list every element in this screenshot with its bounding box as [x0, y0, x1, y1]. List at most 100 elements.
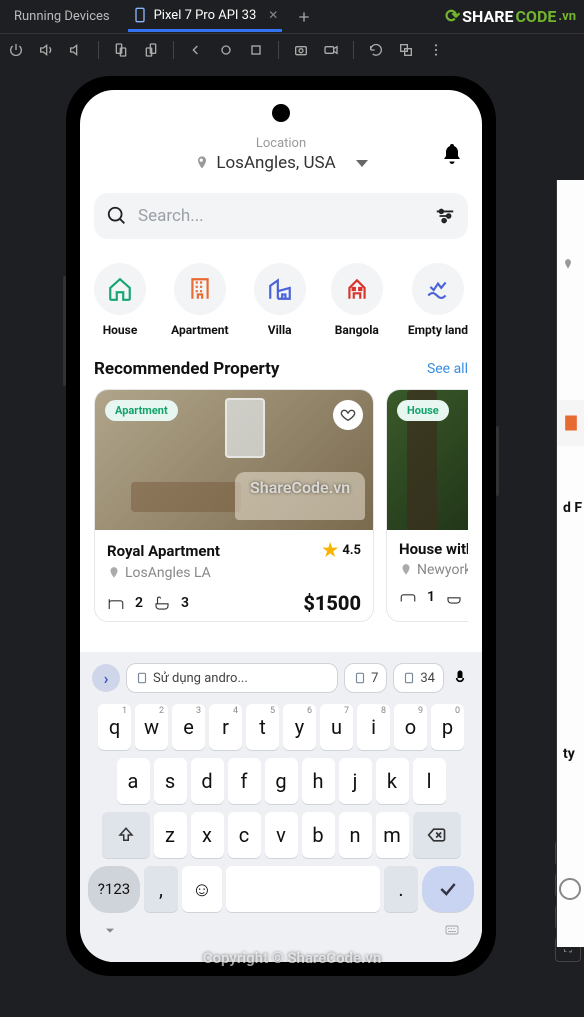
close-tab[interactable]: ✕	[268, 8, 278, 22]
key-q[interactable]: q1	[98, 704, 131, 750]
suggestion-chip[interactable]: 34	[393, 663, 444, 693]
land-icon	[425, 276, 451, 302]
pin-icon	[107, 566, 121, 580]
search-placeholder: Search...	[138, 206, 424, 226]
category-villa[interactable]: Villa	[254, 263, 306, 337]
card-location: Newyork	[399, 562, 468, 578]
soft-keyboard: › Sử dụng andro... 7 34 q1w2e3r4t5y6u7i8…	[80, 652, 482, 962]
volume-down-icon[interactable]	[68, 42, 84, 58]
pin-icon	[194, 155, 210, 171]
key-e[interactable]: e3	[172, 704, 205, 750]
key-k[interactable]: k	[376, 758, 409, 804]
filter-icon[interactable]	[434, 205, 456, 227]
clipboard-icon	[135, 671, 149, 685]
device-icon	[132, 7, 148, 23]
paste-icon	[353, 671, 367, 685]
period-key[interactable]: .	[384, 866, 418, 912]
category-apartment[interactable]: Apartment	[171, 263, 228, 337]
tab-pixel7[interactable]: Pixel 7 Pro API 33 ✕	[128, 1, 283, 32]
key-m[interactable]: m	[376, 812, 409, 858]
category-label: Apartment	[171, 323, 228, 337]
price: $1500	[303, 591, 361, 615]
bell-icon[interactable]	[440, 142, 464, 166]
collapse-keyboard-icon[interactable]	[102, 922, 118, 938]
key-s[interactable]: s	[154, 758, 187, 804]
favorite-button[interactable]	[333, 400, 363, 430]
key-z[interactable]: z	[154, 812, 187, 858]
layers-icon[interactable]	[398, 42, 414, 58]
card-tag: Apartment	[105, 400, 178, 421]
key-d[interactable]: d	[191, 758, 224, 804]
key-b[interactable]: b	[302, 812, 335, 858]
key-i[interactable]: i8	[357, 704, 390, 750]
rotate-right-icon[interactable]	[143, 42, 159, 58]
category-label: House	[103, 323, 138, 337]
tab-running-devices[interactable]: Running Devices	[10, 3, 114, 30]
suggestion-chip[interactable]: 7	[344, 663, 387, 693]
suggestion-chip[interactable]: Sử dụng andro...	[126, 663, 338, 693]
more-icon[interactable]	[428, 42, 444, 58]
property-card[interactable]: Apartment Royal Apartment ★4.5 LosAngles…	[94, 389, 374, 622]
shift-icon	[117, 826, 135, 844]
key-x[interactable]: x	[191, 812, 224, 858]
key-w[interactable]: w2	[135, 704, 168, 750]
expand-suggestions[interactable]: ›	[92, 664, 120, 692]
see-all-link[interactable]: See all	[427, 361, 468, 377]
key-p[interactable]: p0	[431, 704, 464, 750]
reload-icon[interactable]	[368, 42, 384, 58]
key-h[interactable]: h	[302, 758, 335, 804]
record-icon[interactable]	[323, 42, 339, 58]
key-j[interactable]: j	[339, 758, 372, 804]
category-empty-land[interactable]: Empty land	[408, 263, 468, 337]
key-c[interactable]: c	[228, 812, 261, 858]
key-u[interactable]: u7	[320, 704, 353, 750]
keyboard-options-icon[interactable]	[444, 922, 460, 938]
category-label: Bangola	[335, 323, 379, 337]
key-v[interactable]: v	[265, 812, 298, 858]
ide-toolbar	[0, 34, 584, 66]
property-card[interactable]: House House with G Newyork 1 2	[386, 389, 468, 622]
nav-back-icon[interactable]	[188, 42, 204, 58]
pin-icon	[399, 563, 413, 577]
key-y[interactable]: y6	[283, 704, 316, 750]
space-key[interactable]	[226, 866, 380, 912]
paste-icon	[402, 671, 416, 685]
key-a[interactable]: a	[117, 758, 150, 804]
nav-home-icon[interactable]	[218, 42, 234, 58]
key-f[interactable]: f	[228, 758, 261, 804]
key-n[interactable]: n	[339, 812, 372, 858]
category-bangola[interactable]: Bangola	[331, 263, 383, 337]
backspace-key[interactable]	[413, 812, 461, 858]
mic-icon[interactable]	[450, 668, 470, 688]
volume-up-icon[interactable]	[38, 42, 54, 58]
key-g[interactable]: g	[265, 758, 298, 804]
search-input[interactable]: Search...	[94, 193, 468, 239]
location-label: Location	[256, 136, 306, 151]
chevron-down-icon	[356, 160, 368, 167]
beds: 2	[135, 595, 143, 611]
app-content: Location LosAngles, USA Search... House A…	[80, 90, 482, 622]
enter-key[interactable]	[422, 866, 474, 912]
power-icon[interactable]	[8, 42, 24, 58]
check-icon	[438, 879, 458, 899]
emoji-key[interactable]: ☺	[182, 866, 222, 912]
nav-overview-icon[interactable]	[248, 42, 264, 58]
rotate-left-icon[interactable]	[113, 42, 129, 58]
location-selector[interactable]: LosAngles, USA	[194, 153, 367, 173]
pin-icon	[561, 258, 575, 272]
category-house[interactable]: House	[94, 263, 146, 337]
beds: 1	[427, 589, 435, 605]
card-tag: House	[397, 400, 449, 421]
screenshot-icon[interactable]	[293, 42, 309, 58]
key-r[interactable]: r4	[209, 704, 242, 750]
key-o[interactable]: o9	[394, 704, 427, 750]
device-frame: Location LosAngles, USA Search... House A…	[66, 76, 496, 976]
key-l[interactable]: l	[413, 758, 446, 804]
add-tab-icon[interactable]	[296, 9, 312, 25]
comma-key[interactable]: ,	[144, 866, 178, 912]
bath-icon	[153, 594, 171, 612]
symbols-key[interactable]: ?123	[88, 866, 140, 912]
key-t[interactable]: t5	[246, 704, 279, 750]
card-rating: ★4.5	[322, 540, 361, 561]
shift-key[interactable]	[102, 812, 150, 858]
